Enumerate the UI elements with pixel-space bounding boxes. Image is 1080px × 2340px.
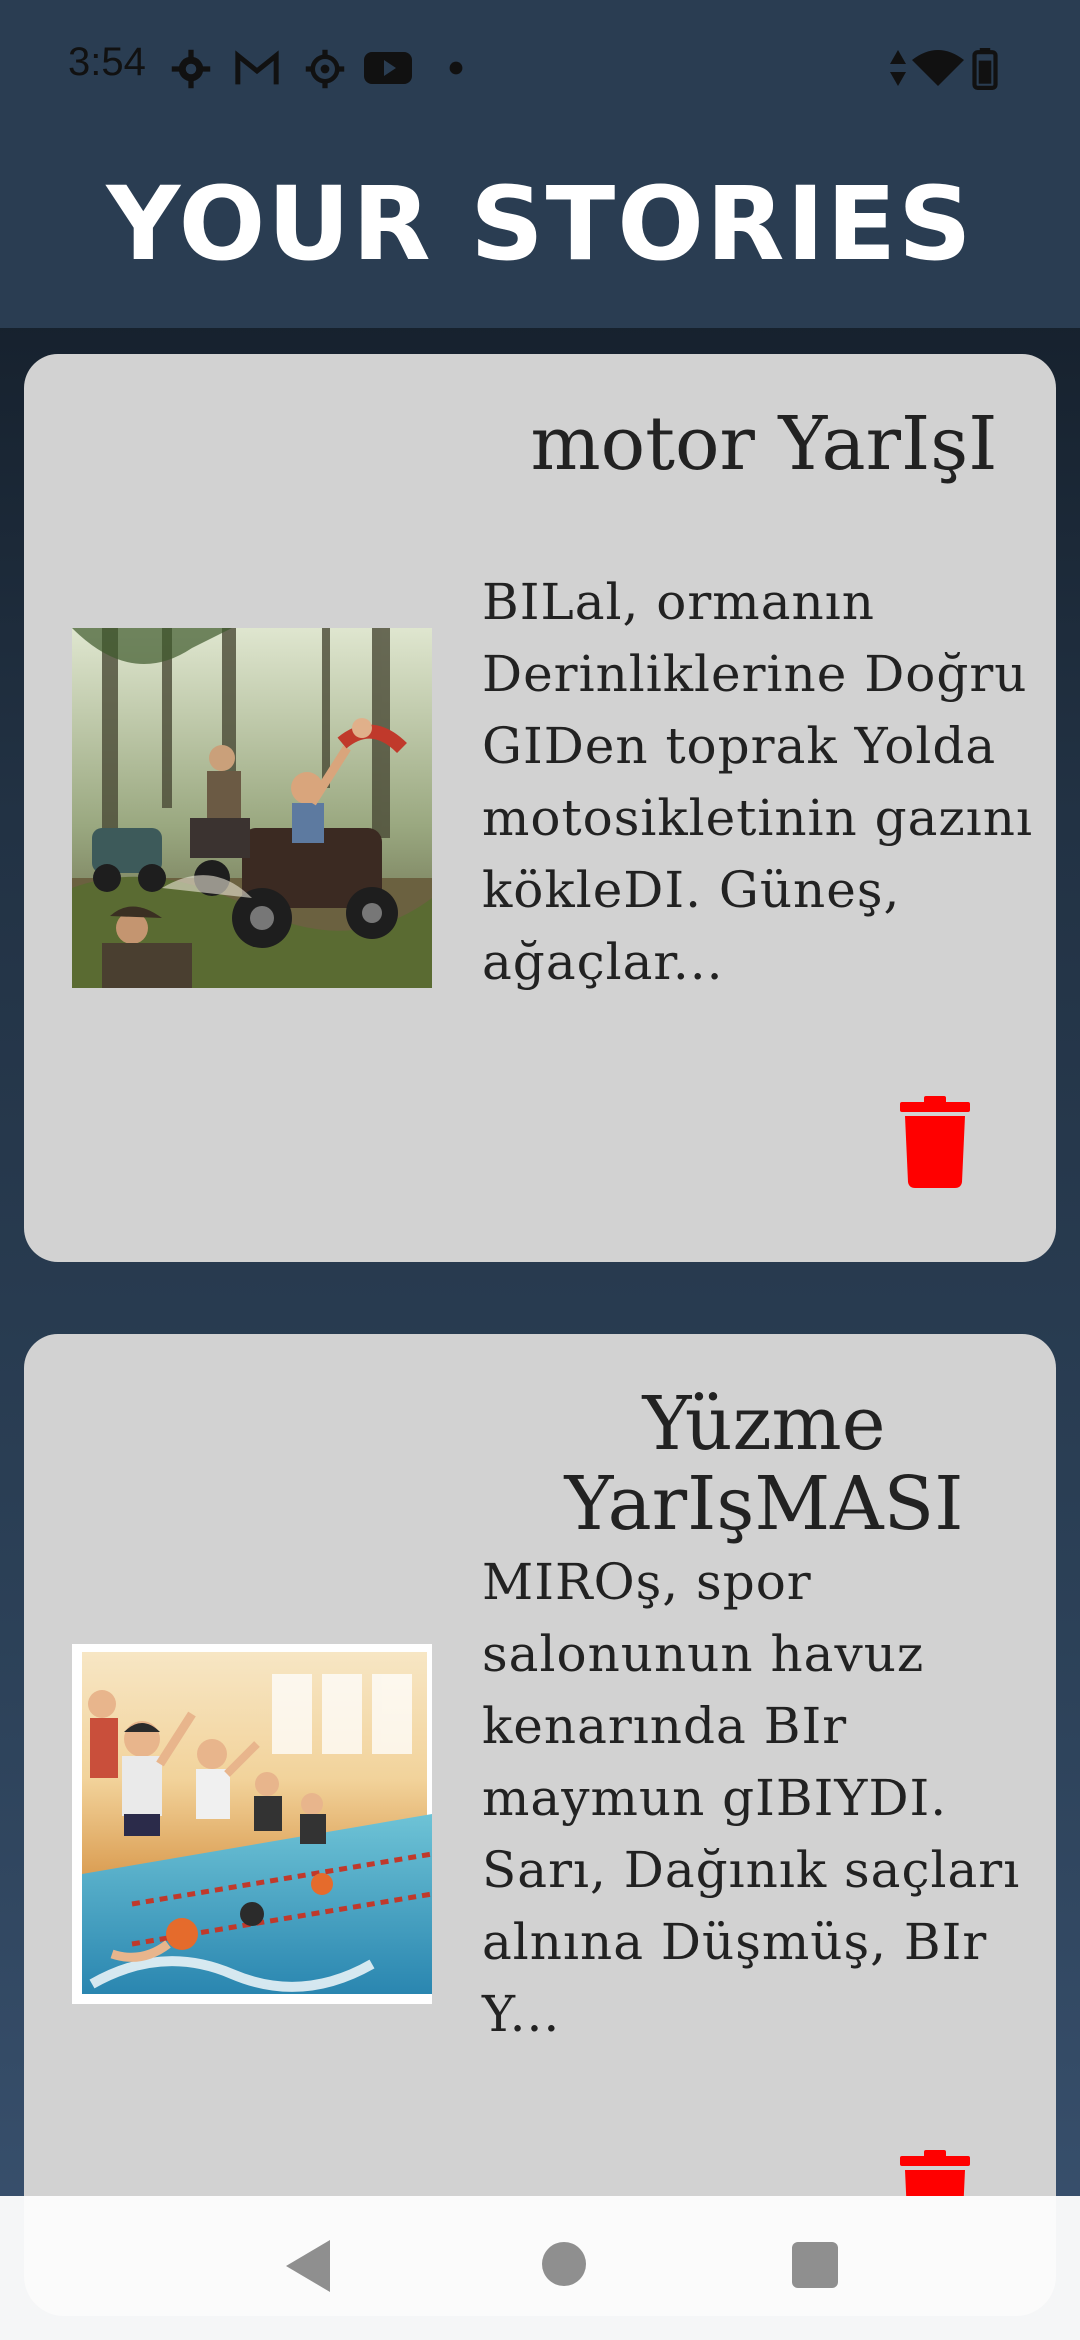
dot-icon [449, 61, 463, 75]
gmail-icon [235, 50, 279, 85]
navigation-bar [0, 2196, 1080, 2340]
app-header: 3:54 YOUR STORIES [0, 0, 1080, 328]
data-arrows-icon [890, 50, 906, 86]
back-icon[interactable] [286, 2240, 330, 2292]
youtube-icon [364, 52, 412, 84]
story-card[interactable]: Yüzme YarIşMASI MIROş, spor salonunun ha… [24, 1334, 1056, 2340]
gear-icon [171, 49, 211, 89]
trash-icon[interactable] [900, 1096, 970, 1188]
story-title: Yüzme YarIşMASI [564, 1381, 964, 1547]
story-card[interactable]: motor YarIşI BILal, ormanın Derinlikleri… [24, 354, 1056, 1262]
page-title: YOUR STORIES [106, 165, 974, 284]
story-image [72, 628, 432, 988]
story-excerpt: MIROş, spor salonunun havuz kenarında BI… [482, 1553, 1021, 2043]
recents-icon[interactable] [792, 2242, 838, 2288]
wifi-icon [912, 50, 964, 86]
battery-icon [972, 48, 998, 90]
status-bar: 3:54 [0, 30, 1080, 110]
status-time: 3:54 [68, 40, 146, 84]
story-excerpt: BILal, ormanın Derinliklerine Doğru GIDe… [482, 573, 1033, 991]
navigation-bar-panel [24, 2196, 1056, 2316]
gear-icon [305, 49, 345, 89]
story-title: motor YarIşI [530, 401, 998, 487]
story-image [72, 1644, 432, 2004]
home-icon[interactable] [542, 2242, 586, 2286]
